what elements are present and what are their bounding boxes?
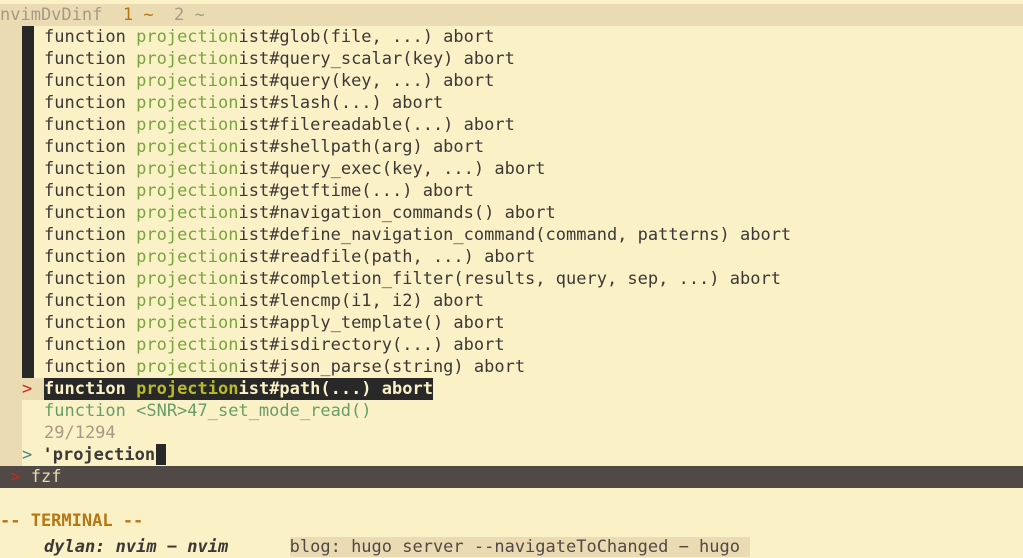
- selected-rest: ist#path(...) abort: [238, 379, 433, 399]
- status-marker: >: [10, 467, 21, 487]
- result-row[interactable]: function projectionist#filereadable(...)…: [44, 114, 515, 136]
- result-rest: ist#query(key, ...) abort: [238, 71, 495, 91]
- result-match: projection: [136, 313, 239, 333]
- result-row[interactable]: function projectionist#lencmp(i1, i2) ab…: [44, 290, 484, 312]
- result-match: projection: [136, 225, 239, 245]
- result-row[interactable]: function projectionist#glob(file, ...) a…: [44, 26, 494, 48]
- result-keyword: function: [44, 357, 137, 377]
- result-rest: ist#glob(file, ...) abort: [238, 27, 495, 47]
- result-match: projection: [136, 335, 239, 355]
- result-keyword: function: [44, 181, 137, 201]
- tab-1[interactable]: 1 ~: [123, 5, 154, 25]
- tabline: nvimDvDinf 1 ~ 2 ~: [0, 4, 1023, 26]
- result-rest: ist#navigation_commands() abort: [238, 203, 556, 223]
- result-rest: ist#completion_filter(results, query, se…: [238, 269, 781, 289]
- result-keyword: function: [44, 159, 137, 179]
- result-keyword: function: [44, 93, 137, 113]
- selected-keyword: function: [44, 379, 137, 399]
- result-match: projection: [136, 137, 239, 157]
- result-row[interactable]: function projectionist#slash(...) abort: [44, 92, 443, 114]
- result-keyword: function: [44, 71, 137, 91]
- result-match: projection: [136, 71, 239, 91]
- result-match: projection: [136, 115, 239, 135]
- sign-column: [0, 26, 22, 466]
- result-match: projection: [136, 269, 239, 289]
- result-match: projection: [136, 27, 239, 47]
- terminal-tab-other[interactable]: blog: hugo server --navigateToChanged − …: [289, 537, 750, 557]
- result-row[interactable]: function projectionist#isdirectory(...) …: [44, 334, 505, 356]
- fzf-prompt[interactable]: > 'projection: [22, 444, 167, 466]
- selected-result[interactable]: > function projectionist#path(...) abort: [22, 378, 433, 400]
- result-partial[interactable]: function <SNR>47_set_mode_read(): [44, 400, 372, 422]
- result-rest: ist#json_parse(string) abort: [238, 357, 526, 377]
- result-match: projection: [136, 93, 239, 113]
- result-match: projection: [136, 203, 239, 223]
- result-rest: ist#readfile(path, ...) abort: [238, 247, 536, 267]
- result-keyword: function: [44, 225, 137, 245]
- selection-marker: >: [22, 378, 44, 400]
- status-label: fzf: [30, 467, 62, 487]
- result-row[interactable]: function projectionist#navigation_comman…: [44, 202, 556, 224]
- result-keyword: function: [44, 335, 137, 355]
- result-keyword: function: [44, 137, 137, 157]
- result-rest: ist#isdirectory(...) abort: [238, 335, 505, 355]
- result-row[interactable]: function projectionist#query(key, ...) a…: [44, 70, 494, 92]
- prompt-marker: >: [22, 445, 33, 465]
- result-keyword: function: [44, 269, 137, 289]
- result-rest: ist#query_exec(key, ...) abort: [238, 159, 546, 179]
- result-keyword: function: [44, 247, 137, 267]
- result-rest: ist#query_scalar(key) abort: [238, 49, 515, 69]
- result-keyword: function: [44, 115, 137, 135]
- result-keyword: function: [44, 291, 137, 311]
- result-row[interactable]: function projectionist#apply_template() …: [44, 312, 505, 334]
- result-keyword: function: [44, 203, 137, 223]
- result-match: projection: [136, 357, 239, 377]
- result-rest: ist#getftime(...) abort: [238, 181, 474, 201]
- result-match: projection: [136, 291, 239, 311]
- result-keyword: function: [44, 27, 137, 47]
- result-rest: ist#filereadable(...) abort: [238, 115, 515, 135]
- result-row[interactable]: function projectionist#shellpath(arg) ab…: [44, 136, 484, 158]
- match-count: 29/1294: [44, 423, 116, 443]
- result-match: projection: [136, 247, 239, 267]
- result-rest: ist#lencmp(i1, i2) abort: [238, 291, 485, 311]
- result-rest: ist#apply_template() abort: [238, 313, 505, 333]
- terminal-tabs: dylan: nvim − nvim blog: hugo server --n…: [44, 536, 750, 558]
- text-cursor: [156, 444, 167, 465]
- result-match: projection: [136, 181, 239, 201]
- buffer-name: nvimDvDinf: [0, 5, 103, 25]
- result-row[interactable]: function projectionist#readfile(path, ..…: [44, 246, 535, 268]
- result-match: projection: [136, 49, 239, 69]
- result-rest: ist#shellpath(arg) abort: [238, 137, 485, 157]
- result-rest: ist#define_navigation_command(command, p…: [238, 225, 792, 245]
- result-match: projection: [136, 159, 239, 179]
- result-row[interactable]: function projectionist#json_parse(string…: [44, 356, 525, 378]
- mode-indicator: -- TERMINAL --: [0, 511, 144, 531]
- result-row[interactable]: function projectionist#query_exec(key, .…: [44, 158, 546, 180]
- result-row[interactable]: function projectionist#define_navigation…: [44, 224, 791, 246]
- result-row[interactable]: function projectionist#query_scalar(key)…: [44, 48, 515, 70]
- terminal-tab-active[interactable]: dylan: nvim − nvim: [44, 537, 228, 557]
- result-rest: ist#slash(...) abort: [238, 93, 444, 113]
- result-row[interactable]: function projectionist#completion_filter…: [44, 268, 781, 290]
- fzf-scrollbar[interactable]: [22, 26, 34, 378]
- tab-2[interactable]: 2 ~: [174, 5, 205, 25]
- result-keyword: function: [44, 313, 137, 333]
- result-keyword: function: [44, 49, 137, 69]
- status-line: > fzf: [0, 466, 1023, 488]
- search-input[interactable]: 'projection: [43, 445, 156, 465]
- result-row[interactable]: function projectionist#getftime(...) abo…: [44, 180, 474, 202]
- selected-match: projection: [136, 379, 239, 399]
